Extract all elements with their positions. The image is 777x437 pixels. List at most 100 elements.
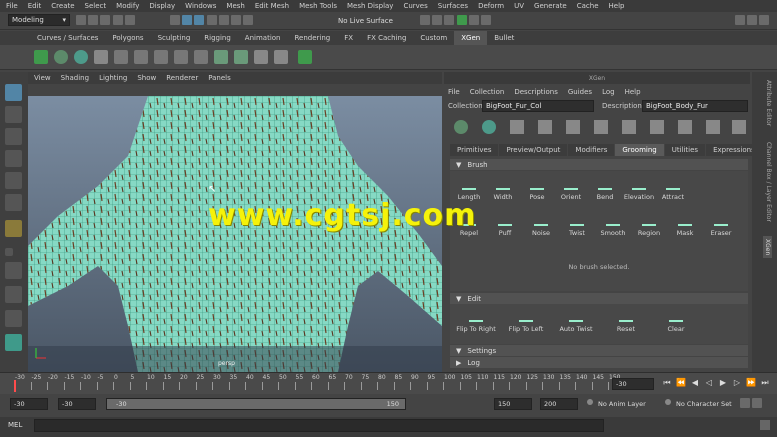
viewport-menu-show[interactable]: Show: [137, 74, 156, 82]
auto-key-icon[interactable]: [740, 398, 750, 408]
preview-icon[interactable]: [298, 50, 312, 64]
xgen-editor-icon[interactable]: [34, 50, 48, 64]
brush-noise[interactable]: Noise: [523, 214, 559, 237]
menu-edit-mesh[interactable]: Edit Mesh: [255, 2, 289, 10]
scene-end-field[interactable]: 200: [540, 398, 578, 410]
step-back-frame-icon[interactable]: ◀: [690, 378, 700, 388]
menu-help[interactable]: Help: [609, 2, 625, 10]
toggle-panel-icon[interactable]: [747, 15, 758, 25]
viewport-menu-lighting[interactable]: Lighting: [99, 74, 127, 82]
xgen-menu-collection[interactable]: Collection: [470, 88, 505, 96]
description-editor-icon[interactable]: [74, 50, 88, 64]
description-select[interactable]: BigFoot_Body_Fur: [642, 100, 748, 112]
groom-icon[interactable]: [214, 50, 228, 64]
shelf-tab-animation[interactable]: Animation: [238, 31, 288, 45]
edit-reset[interactable]: Reset: [604, 310, 648, 333]
brush-smooth[interactable]: Smooth: [595, 214, 631, 237]
playblast-icon[interactable]: [481, 15, 492, 25]
shelf-tab-curves-surfaces[interactable]: Curves / Surfaces: [30, 31, 105, 45]
xgen-tab-primitives[interactable]: Primitives: [450, 144, 499, 156]
create-description-icon[interactable]: [454, 120, 468, 134]
save-scene-icon[interactable]: [100, 15, 111, 25]
brush-eraser[interactable]: Eraser: [703, 214, 739, 237]
menu-display[interactable]: Display: [149, 2, 175, 10]
sculpt-guide-icon[interactable]: [154, 50, 168, 64]
play-forward-icon[interactable]: ▶: [718, 378, 728, 388]
brush-section-header[interactable]: ▼ Brush: [450, 159, 748, 170]
menu-surfaces[interactable]: Surfaces: [438, 2, 468, 10]
mode-selector[interactable]: Modeling ▾: [8, 14, 70, 26]
move-guide-icon[interactable]: [594, 120, 608, 134]
playback-start-field[interactable]: -30: [58, 398, 96, 410]
render-frame-icon[interactable]: [420, 15, 430, 25]
brush-orient[interactable]: Orient: [553, 178, 589, 201]
shelf-tab-rendering[interactable]: Rendering: [287, 31, 337, 45]
guide-shape-icon[interactable]: [678, 120, 692, 134]
comb-brush-icon[interactable]: [274, 50, 288, 64]
edit-auto-twist[interactable]: Auto Twist: [554, 310, 598, 333]
brush-width[interactable]: Width: [485, 178, 521, 201]
ipr-render-icon[interactable]: [432, 15, 443, 25]
select-component-icon[interactable]: [194, 15, 205, 25]
go-to-start-icon[interactable]: ⏮: [662, 378, 672, 388]
redo-icon[interactable]: [124, 15, 135, 25]
bend-guide-icon[interactable]: [650, 120, 664, 134]
undo-icon[interactable]: [112, 15, 123, 25]
viewport-menu-panels[interactable]: Panels: [208, 74, 231, 82]
xgen-tab-utilities[interactable]: Utilities: [664, 144, 706, 156]
xgen-menu-file[interactable]: File: [448, 88, 460, 96]
shelf-tab-fx-caching[interactable]: FX Caching: [360, 31, 413, 45]
menu-cache[interactable]: Cache: [577, 2, 599, 10]
snap-grid-icon[interactable]: [206, 15, 217, 25]
guide-icon[interactable]: [510, 120, 524, 134]
menu-deform[interactable]: Deform: [478, 2, 504, 10]
brush-mask[interactable]: Mask: [667, 214, 703, 237]
viewport-menu-view[interactable]: View: [34, 74, 51, 82]
viewport-menu-renderer[interactable]: Renderer: [166, 74, 198, 82]
xgen-menu-log[interactable]: Log: [602, 88, 615, 96]
place-guides-icon[interactable]: [94, 50, 108, 64]
anim-layer-label[interactable]: No Anim Layer: [598, 398, 646, 410]
update-preview-icon[interactable]: [732, 120, 746, 134]
brush-puff[interactable]: Puff: [487, 214, 523, 237]
range-slider[interactable]: -30 150: [106, 398, 406, 410]
character-set-label[interactable]: No Character Set: [676, 398, 732, 410]
brush-region[interactable]: Region: [631, 214, 667, 237]
log-section-header[interactable]: ▶ Log: [450, 357, 748, 368]
menu-select[interactable]: Select: [85, 2, 107, 10]
side-layout-icon[interactable]: [5, 286, 22, 303]
last-tool-icon[interactable]: [5, 220, 22, 237]
new-scene-icon[interactable]: [76, 15, 86, 25]
menu-windows[interactable]: Windows: [185, 2, 216, 10]
four-layout-icon[interactable]: [5, 262, 22, 279]
brush-twist[interactable]: Twist: [559, 214, 595, 237]
menu-modify[interactable]: Modify: [116, 2, 139, 10]
sculpt-guides-icon[interactable]: [538, 120, 552, 134]
edit-flip-to-right[interactable]: Flip To Right: [454, 310, 498, 333]
xgen-tab[interactable]: XGen: [763, 236, 772, 259]
current-frame-field[interactable]: -30: [612, 378, 654, 390]
menu-mesh-display[interactable]: Mesh Display: [347, 2, 393, 10]
menu-generate[interactable]: Generate: [534, 2, 567, 10]
viewport[interactable]: persp ↖: [28, 96, 442, 372]
step-forward-frame-icon[interactable]: ▷: [732, 378, 742, 388]
scale-tool-icon[interactable]: [5, 194, 22, 211]
go-to-end-icon[interactable]: ⏭: [760, 378, 770, 388]
play-backward-icon[interactable]: ◁: [704, 378, 714, 388]
render-settings-icon[interactable]: [444, 15, 455, 25]
step-back-key-icon[interactable]: ⏪: [676, 378, 686, 388]
menu-mesh[interactable]: Mesh: [226, 2, 244, 10]
menu-file[interactable]: File: [6, 2, 18, 10]
menu-create[interactable]: Create: [51, 2, 74, 10]
edit-flip-to-left[interactable]: Flip To Left: [504, 310, 548, 333]
shelf-tab-xgen[interactable]: XGen: [454, 31, 488, 45]
live-surface-label[interactable]: No Live Surface: [338, 15, 393, 27]
snap-point-icon[interactable]: [231, 15, 242, 25]
brush-bend[interactable]: Bend: [587, 178, 623, 201]
single-layout-icon[interactable]: [5, 248, 13, 256]
step-forward-key-icon[interactable]: ⏩: [746, 378, 756, 388]
snap-curve-icon[interactable]: [218, 15, 229, 25]
render-view-icon[interactable]: [468, 15, 479, 25]
xgen-tab-modifiers[interactable]: Modifiers: [568, 144, 615, 156]
lasso-tool-icon[interactable]: [5, 106, 22, 123]
